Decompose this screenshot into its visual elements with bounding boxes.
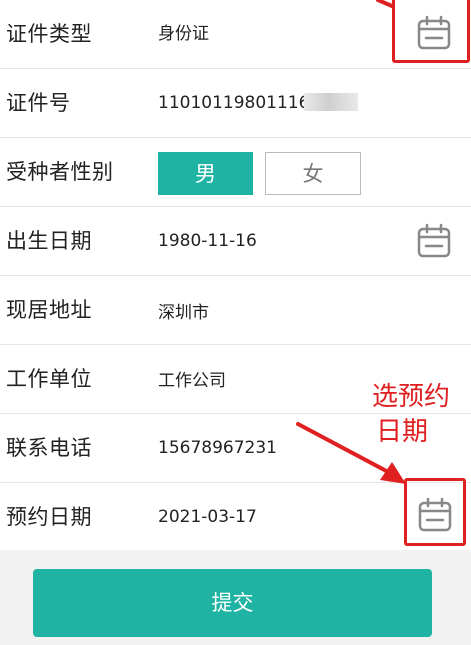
birth-date-label: 出生日期 [6, 229, 92, 253]
work-unit-label: 工作单位 [6, 367, 92, 391]
gender-label: 受种者性别 [6, 160, 114, 184]
id-type-value[interactable]: 身份证 [158, 0, 209, 69]
submit-button[interactable]: 提交 [33, 569, 432, 637]
address-label: 现居地址 [6, 298, 92, 322]
calendar-icon[interactable] [416, 223, 452, 259]
birth-date-value[interactable]: 1980-11-16 [158, 207, 257, 276]
highlight-box-top [392, 0, 470, 63]
gender-female-button[interactable]: 女 [265, 152, 361, 195]
id-number-value[interactable]: 11010119801116 [158, 69, 309, 138]
id-number-label: 证件号 [6, 91, 71, 115]
appointment-date-label: 预约日期 [6, 505, 92, 529]
gender-male-button[interactable]: 男 [158, 152, 253, 195]
masked-digits [304, 93, 358, 111]
appointment-date-value[interactable]: 2021-03-17 [158, 483, 257, 552]
birth-date-row[interactable]: 出生日期 1980-11-16 [0, 207, 471, 276]
id-type-label: 证件类型 [6, 22, 92, 46]
id-number-row[interactable]: 证件号 11010119801116 [0, 69, 471, 138]
address-row[interactable]: 现居地址 深圳市 [0, 276, 471, 345]
gender-row: 受种者性别 男 女 [0, 138, 471, 207]
phone-value[interactable]: 15678967231 [158, 414, 277, 483]
appointment-form-page: 证件类型 身份证 证件号 11010119801116 受种者性别 男 女 出生… [0, 0, 471, 645]
work-unit-value[interactable]: 工作公司 [158, 347, 226, 416]
annotation-line2: 日期 [376, 417, 429, 447]
appointment-date-row[interactable]: 预约日期 2021-03-17 [0, 483, 471, 552]
address-value[interactable]: 深圳市 [158, 279, 209, 348]
phone-label: 联系电话 [6, 436, 92, 460]
highlight-box-appointment [404, 478, 466, 546]
annotation-line1: 选预约 [372, 382, 451, 412]
